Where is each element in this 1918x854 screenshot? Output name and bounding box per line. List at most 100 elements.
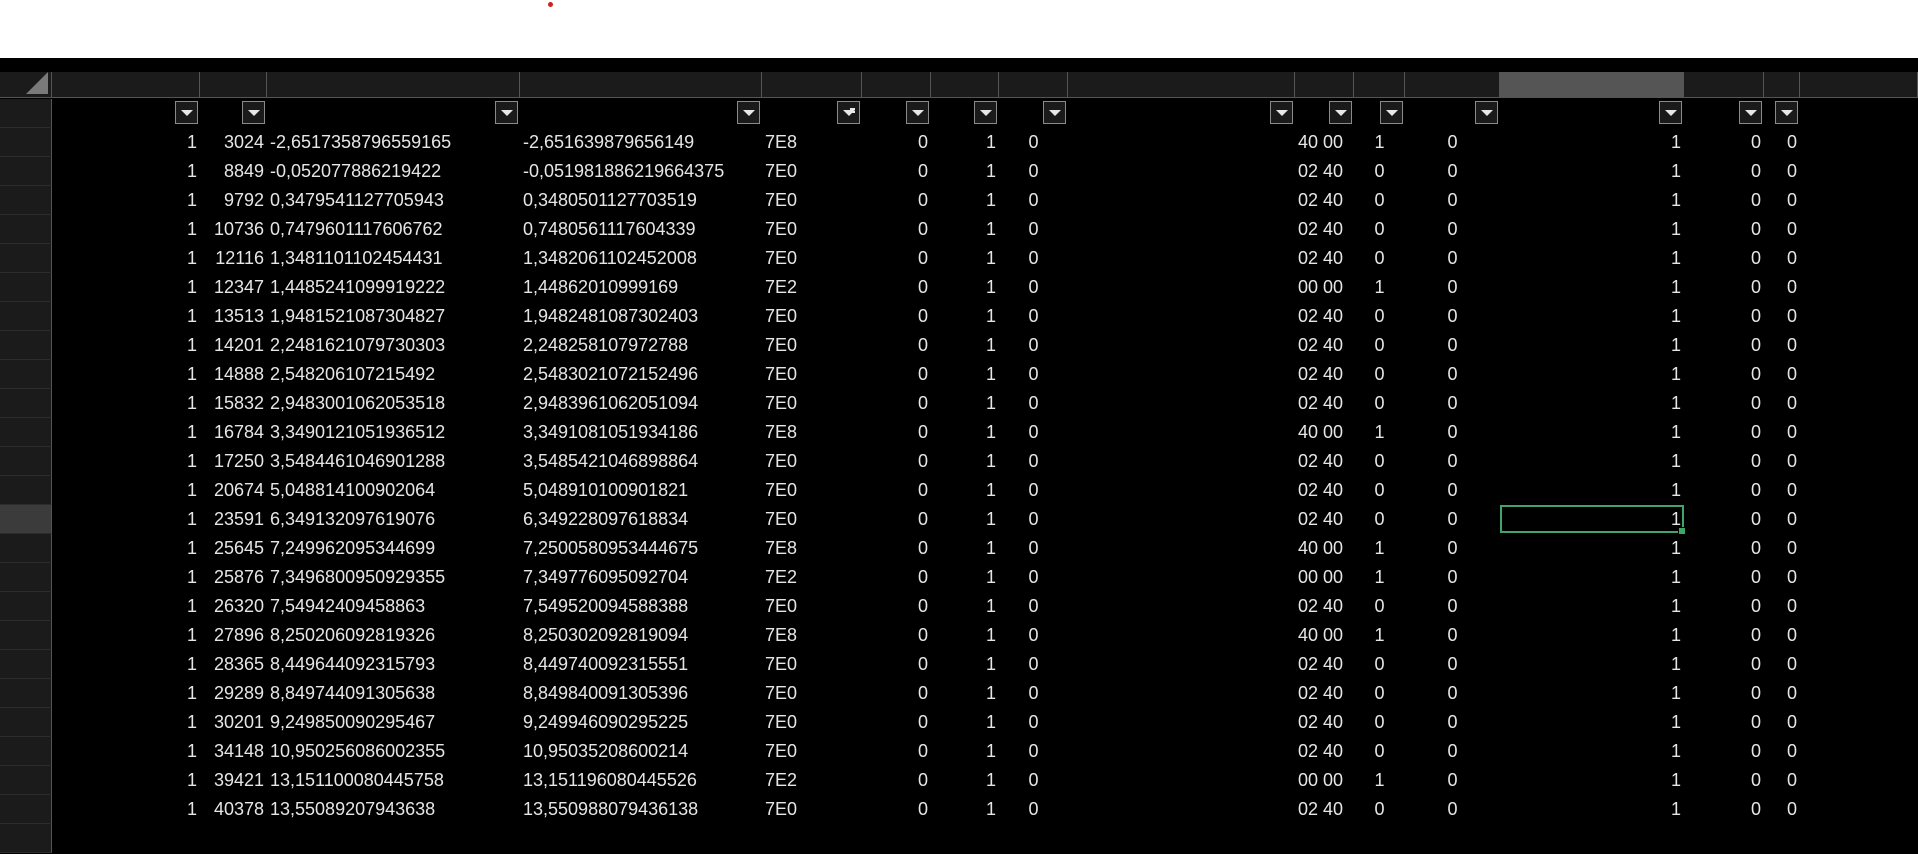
table-cell[interactable]: 1 (1500, 418, 1684, 447)
row-header[interactable] (0, 737, 52, 766)
table-cell[interactable]: 0 (862, 766, 931, 795)
table-cell[interactable]: 3024 (200, 128, 267, 157)
table-cell[interactable]: 1 (1500, 476, 1684, 505)
table-cell[interactable]: 0 (1764, 563, 1800, 592)
table-cell[interactable]: 7E0 (762, 795, 862, 824)
table-cell[interactable]: 10,95035208600214 (520, 737, 762, 766)
table-cell[interactable] (1068, 128, 1295, 157)
table-cell[interactable]: 0 (862, 534, 931, 563)
table-cell[interactable]: 0 (1764, 592, 1800, 621)
table-cell[interactable]: 1 (52, 708, 200, 737)
table-cell[interactable]: 1 (1500, 186, 1684, 215)
table-cell[interactable]: 1 (52, 128, 200, 157)
dropdown-arrow-icon[interactable] (175, 101, 198, 124)
row-header[interactable] (0, 389, 52, 418)
table-cell[interactable]: 28365 (200, 650, 267, 679)
table-cell[interactable]: 8,849840091305396 (520, 679, 762, 708)
table-cell[interactable]: 0 (999, 215, 1068, 244)
table-cell[interactable]: 1 (931, 795, 999, 824)
table-cell[interactable]: 7,549520094588388 (520, 592, 762, 621)
table-cell[interactable]: 9,249946090295225 (520, 708, 762, 737)
table-cell[interactable]: 10,950256086002355 (267, 737, 520, 766)
table-cell[interactable]: 10736 (200, 215, 267, 244)
table-cell[interactable]: 0 (1764, 505, 1800, 534)
table-cell[interactable]: 0 (1684, 273, 1764, 302)
table-cell[interactable] (1068, 418, 1295, 447)
table-cell[interactable]: 0 (999, 650, 1068, 679)
table-cell[interactable]: 0 (1764, 621, 1800, 650)
row-header[interactable] (0, 824, 52, 853)
table-cell[interactable]: 17250 (200, 447, 267, 476)
table-cell[interactable]: 1 (931, 389, 999, 418)
table-cell[interactable]: 0 (1684, 447, 1764, 476)
table-cell[interactable]: 1 (1500, 563, 1684, 592)
table-cell[interactable]: 00 00 (1295, 563, 1354, 592)
table-cell[interactable]: 0 (1405, 418, 1500, 447)
table-cell[interactable]: 8,449740092315551 (520, 650, 762, 679)
table-cell[interactable]: 1 (931, 563, 999, 592)
row-header[interactable] (0, 186, 52, 215)
table-cell[interactable]: 0 (1405, 563, 1500, 592)
table-cell[interactable]: 1 (52, 331, 200, 360)
table-cell[interactable]: 7E0 (762, 505, 862, 534)
table-cell[interactable]: 0 (999, 331, 1068, 360)
table-cell[interactable]: 1 (931, 476, 999, 505)
select-all-button[interactable] (0, 72, 52, 98)
table-cell[interactable]: 7E0 (762, 737, 862, 766)
table-cell[interactable]: 12347 (200, 273, 267, 302)
table-cell[interactable]: 1 (52, 186, 200, 215)
table-cell[interactable]: 1 (52, 679, 200, 708)
table-cell[interactable]: 0 (1764, 360, 1800, 389)
table-cell[interactable]: 3,5485421046898864 (520, 447, 762, 476)
table-cell[interactable]: 1 (931, 331, 999, 360)
row-header[interactable] (0, 244, 52, 273)
table-cell[interactable]: 0 (1354, 331, 1405, 360)
table-cell[interactable]: 9792 (200, 186, 267, 215)
table-cell[interactable]: 1 (52, 563, 200, 592)
table-cell[interactable] (1068, 679, 1295, 708)
table-cell[interactable]: 0 (1764, 273, 1800, 302)
row-header[interactable] (0, 592, 52, 621)
table-cell[interactable] (1068, 737, 1295, 766)
table-cell[interactable]: 0 (862, 621, 931, 650)
row-header[interactable] (0, 795, 52, 824)
table-cell[interactable]: 0 (1405, 795, 1500, 824)
column-header-m[interactable] (1500, 72, 1684, 98)
table-cell[interactable]: 0 (999, 476, 1068, 505)
table-cell[interactable]: 0 (862, 447, 931, 476)
active-cell-selection[interactable] (1500, 505, 1686, 535)
table-cell[interactable]: 0 (1684, 360, 1764, 389)
table-cell[interactable]: 7E0 (762, 244, 862, 273)
table-cell[interactable]: 0 (1405, 186, 1500, 215)
table-cell[interactable]: 1 (1500, 128, 1684, 157)
table-cell[interactable]: 00 00 (1295, 273, 1354, 302)
table-cell[interactable]: 0 (1354, 592, 1405, 621)
row-header[interactable] (0, 331, 52, 360)
table-cell[interactable]: 0 (1354, 505, 1405, 534)
table-cell[interactable]: 0 (1405, 476, 1500, 505)
table-cell[interactable]: 02 40 (1295, 360, 1354, 389)
table-cell[interactable]: 0 (1354, 389, 1405, 418)
table-cell[interactable]: 1 (931, 534, 999, 563)
table-cell[interactable] (1068, 621, 1295, 650)
table-cell[interactable]: 1 (1500, 795, 1684, 824)
row-header[interactable] (0, 679, 52, 708)
table-cell[interactable]: 2,9483961062051094 (520, 389, 762, 418)
table-cell[interactable]: 02 40 (1295, 302, 1354, 331)
table-cell[interactable]: 15832 (200, 389, 267, 418)
table-cell[interactable]: 1 (1500, 650, 1684, 679)
table-cell[interactable]: 1 (931, 128, 999, 157)
table-cell[interactable]: 0 (1764, 650, 1800, 679)
table-cell[interactable]: 13,550988079436138 (520, 795, 762, 824)
table-cell[interactable]: 0 (999, 447, 1068, 476)
column-header-g[interactable] (931, 72, 999, 98)
table-cell[interactable]: 7E0 (762, 302, 862, 331)
dropdown-arrow-icon[interactable] (737, 101, 760, 124)
table-cell[interactable]: 1 (1354, 621, 1405, 650)
table-cell[interactable]: -2,6517358796559165 (267, 128, 520, 157)
table-cell[interactable] (1068, 360, 1295, 389)
table-cell[interactable]: 0 (1405, 505, 1500, 534)
table-cell[interactable]: 1 (52, 273, 200, 302)
table-cell[interactable]: 1 (931, 418, 999, 447)
table-cell[interactable]: 0 (862, 505, 931, 534)
